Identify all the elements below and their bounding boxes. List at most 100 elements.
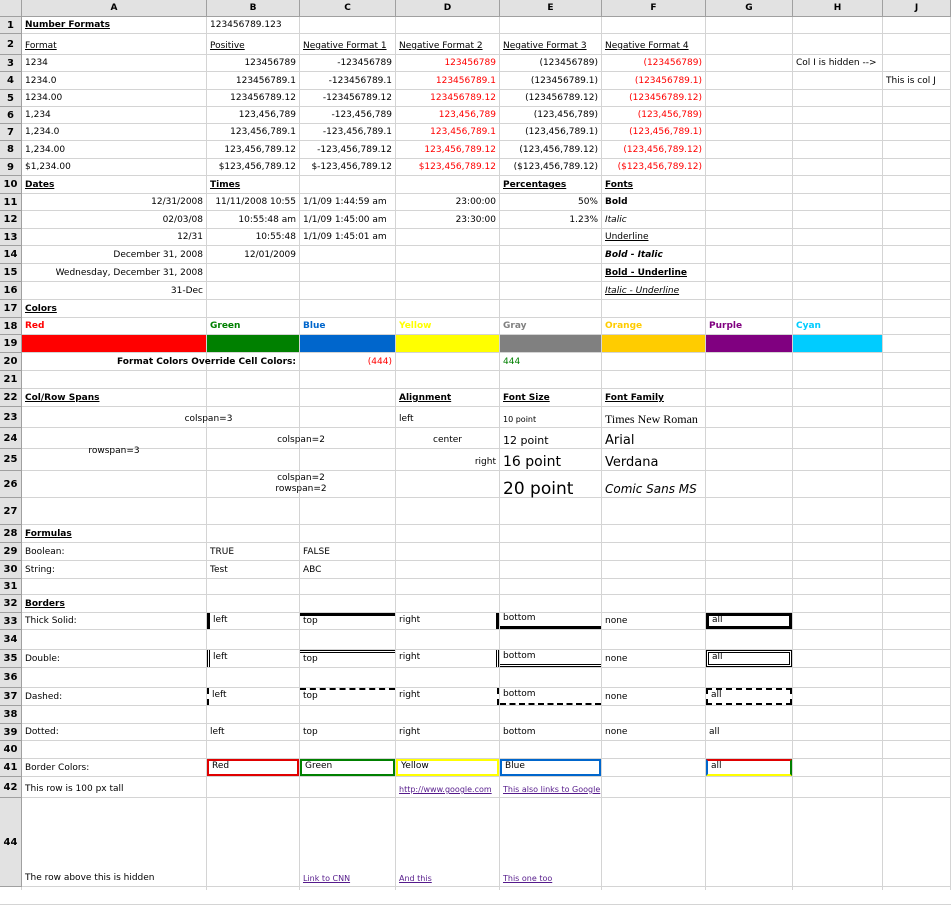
cell-c44-link[interactable]: Link to CNN: [300, 798, 395, 886]
cell-e7[interactable]: (123,456,789.1): [500, 124, 601, 140]
row-header-11[interactable]: 11: [0, 194, 22, 211]
cell-e5[interactable]: (123456789.12): [500, 90, 601, 106]
cell-a41[interactable]: Border Colors:: [22, 759, 206, 776]
row-header-5[interactable]: 5: [0, 90, 22, 107]
row-header-37[interactable]: 37: [0, 688, 22, 706]
cell-b35[interactable]: left: [207, 650, 299, 667]
cell-c39[interactable]: top: [300, 724, 395, 740]
cell-b11[interactable]: 11/11/2008 10:55: [207, 194, 299, 210]
color-swatch-blue[interactable]: [300, 335, 395, 352]
cell-f3[interactable]: (123456789): [602, 55, 705, 71]
cell-a3[interactable]: 1234: [22, 55, 206, 71]
row-header-16[interactable]: 16: [0, 282, 22, 300]
cell-c35[interactable]: top: [300, 650, 395, 667]
cell-b8[interactable]: 123,456,789.12: [207, 141, 299, 158]
cell-f37[interactable]: none: [602, 688, 705, 705]
cell-a20[interactable]: Format Colors Override Cell Colors:: [22, 353, 299, 370]
cell-d11[interactable]: 23:00:00: [396, 194, 499, 210]
cell-e9[interactable]: ($123,456,789.12): [500, 159, 601, 175]
cell-f10[interactable]: Fonts: [602, 176, 705, 193]
cell-a13[interactable]: 12/31: [22, 229, 206, 245]
cell-e37[interactable]: bottom: [500, 688, 601, 705]
cell-j4[interactable]: This is col J: [883, 72, 950, 89]
column-header-a[interactable]: A: [22, 0, 207, 17]
row-header-12[interactable]: 12: [0, 211, 22, 229]
cell-b12[interactable]: 10:55:48 am: [207, 211, 299, 228]
cell-f11[interactable]: Bold: [602, 194, 705, 210]
row-header-13[interactable]: 13: [0, 229, 22, 246]
row-header-42[interactable]: 42: [0, 777, 22, 798]
row-header-30[interactable]: 30: [0, 561, 22, 579]
cell-d3[interactable]: 123456789: [396, 55, 499, 71]
cell-f23[interactable]: Times New Roman: [602, 407, 705, 427]
cell-f7[interactable]: (123,456,789.1): [602, 124, 705, 140]
cell-f33[interactable]: none: [602, 613, 705, 629]
cell-f13[interactable]: Underline: [602, 229, 705, 245]
cell-a44[interactable]: The row above this is hidden: [22, 798, 206, 886]
column-header-c[interactable]: C: [300, 0, 396, 17]
cell-a33[interactable]: Thick Solid:: [22, 613, 206, 629]
color-swatch-red[interactable]: [22, 335, 206, 352]
cell-c13[interactable]: 1/1/09 1:45:01 am: [300, 229, 395, 245]
cell-b7[interactable]: 123,456,789.1: [207, 124, 299, 140]
cell-a18[interactable]: Red: [22, 318, 206, 334]
cell-b41[interactable]: Red: [207, 759, 299, 776]
color-swatch-gray[interactable]: [500, 335, 601, 352]
cell-e12[interactable]: 1.23%: [500, 211, 601, 228]
cell-d23[interactable]: left: [396, 407, 499, 427]
cell-e24[interactable]: 12 point: [500, 428, 601, 448]
cell-f35[interactable]: none: [602, 650, 705, 667]
cell-g33[interactable]: all: [706, 613, 792, 629]
cell-d7[interactable]: 123,456,789.1: [396, 124, 499, 140]
cell-a22[interactable]: Col/Row Spans: [22, 389, 206, 406]
row-header-33[interactable]: 33: [0, 613, 22, 630]
column-header-g[interactable]: G: [706, 0, 793, 17]
cell-d33[interactable]: right: [396, 613, 499, 629]
cell-c20[interactable]: (444): [300, 353, 395, 370]
row-header-3[interactable]: 3: [0, 55, 22, 72]
cell-bc26[interactable]: colspan=2 rowspan=2: [207, 449, 395, 497]
cell-c6[interactable]: -123,456,789: [300, 107, 395, 123]
cell-b4[interactable]: 123456789.1: [207, 72, 299, 89]
row-header-22[interactable]: 22: [0, 389, 22, 407]
cell-c12[interactable]: 1/1/09 1:45:00 am: [300, 211, 395, 228]
cell-d42-link[interactable]: http://www.google.com: [396, 777, 499, 797]
cell-c33[interactable]: top: [300, 613, 395, 629]
row-header-15[interactable]: 15: [0, 264, 22, 282]
cell-c29[interactable]: FALSE: [300, 543, 395, 560]
row-header-35[interactable]: 35: [0, 650, 22, 668]
cell-g41[interactable]: all: [706, 759, 792, 776]
cell-c7[interactable]: -123,456,789.1: [300, 124, 395, 140]
cell-e10[interactable]: Percentages: [500, 176, 601, 193]
cell-a16[interactable]: 31-Dec: [22, 282, 206, 299]
color-swatch-orange[interactable]: [602, 335, 705, 352]
cell-a8[interactable]: 1,234.00: [22, 141, 206, 158]
cell-a35[interactable]: Double:: [22, 650, 206, 667]
cell-e35[interactable]: bottom: [500, 650, 601, 667]
cell-c9[interactable]: $-123,456,789.12: [300, 159, 395, 175]
row-header-6[interactable]: 6: [0, 107, 22, 124]
cell-c11[interactable]: 1/1/09 1:44:59 am: [300, 194, 395, 210]
cell-f22[interactable]: Font Family: [602, 389, 705, 406]
cell-b30[interactable]: Test: [207, 561, 299, 578]
row-header-4[interactable]: 4: [0, 72, 22, 90]
row-header-7[interactable]: 7: [0, 124, 22, 141]
row-header-44[interactable]: 44: [0, 798, 22, 887]
cell-d9[interactable]: $123,456,789.12: [396, 159, 499, 175]
cell-f26[interactable]: Comic Sans MS: [602, 471, 705, 497]
column-header-h[interactable]: H: [793, 0, 883, 17]
row-header-29[interactable]: 29: [0, 543, 22, 561]
cell-f25[interactable]: Verdana: [602, 449, 705, 470]
cell-f5[interactable]: (123456789.12): [602, 90, 705, 106]
cell-b18[interactable]: Green: [207, 318, 299, 334]
cell-d4[interactable]: 123456789.1: [396, 72, 499, 89]
cell-f18[interactable]: Orange: [602, 318, 705, 334]
row-header-23[interactable]: 23: [0, 407, 22, 428]
cell-b13[interactable]: 10:55:48: [207, 229, 299, 245]
cell-a6[interactable]: 1,234: [22, 107, 206, 123]
cell-a10[interactable]: Dates: [22, 176, 206, 193]
row-header-19[interactable]: 19: [0, 335, 22, 353]
color-swatch-yellow[interactable]: [396, 335, 499, 352]
column-header-f[interactable]: F: [602, 0, 706, 17]
cell-d5[interactable]: 123456789.12: [396, 90, 499, 106]
